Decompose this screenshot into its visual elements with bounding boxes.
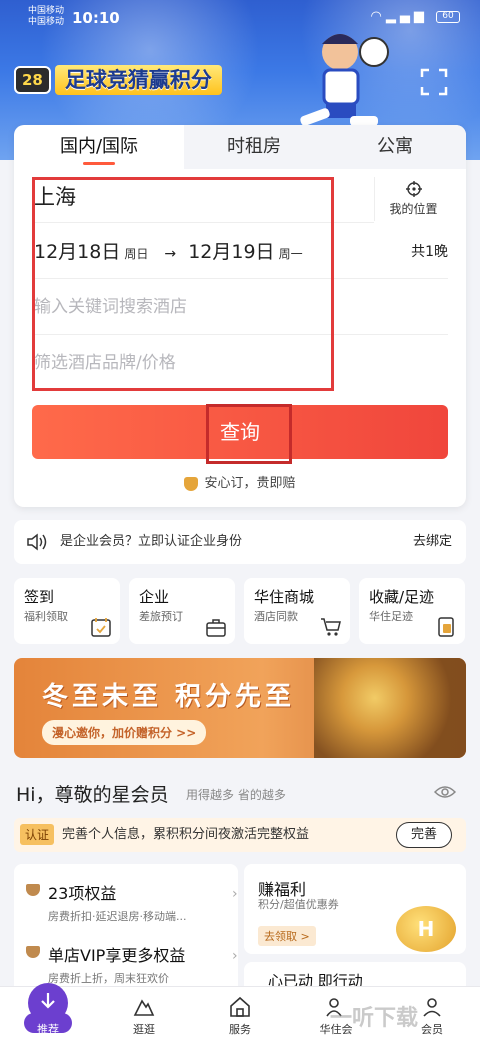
benefit-sub: 房费折扣·延迟退房·移动端... bbox=[48, 910, 187, 923]
tile-sub: 福利领取 bbox=[24, 610, 68, 623]
arrow-down-icon bbox=[41, 993, 55, 1009]
status-time: 10:10 bbox=[72, 9, 120, 27]
welfare-card[interactable]: 赚福利 积分/超值优惠券 去领取 > H bbox=[244, 864, 466, 954]
search-tabs: 国内/国际 时租房 公寓 bbox=[14, 125, 466, 169]
tile-title: 签到 bbox=[24, 588, 55, 606]
tile-sub: 差旅预订 bbox=[139, 610, 183, 623]
briefcase-icon bbox=[206, 619, 226, 637]
promo-banner[interactable]: 冬至未至 积分先至 漫心邀你，加价赠积分 >> bbox=[14, 658, 466, 758]
tile-title: 华住商城 bbox=[254, 588, 315, 606]
cart-icon bbox=[321, 618, 341, 636]
tab-apartment[interactable]: 公寓 bbox=[324, 125, 466, 169]
tab-hourly-room[interactable]: 时租房 bbox=[184, 125, 324, 169]
tab-label: 逛逛 bbox=[133, 1023, 155, 1036]
tile-title: 收藏/足迹 bbox=[369, 588, 435, 606]
tab-domestic-international[interactable]: 国内/国际 bbox=[14, 125, 184, 169]
query-highlight-box bbox=[206, 404, 292, 464]
nights-count: 共1晚 bbox=[411, 244, 448, 260]
cert-text: 完善个人信息，累积积分间夜激活完整权益 bbox=[62, 827, 310, 842]
chevron-right-icon: › bbox=[232, 886, 238, 902]
tile-enterprise[interactable]: 企业 差旅预订 bbox=[129, 578, 235, 644]
carrier-1: 中国移动 bbox=[28, 6, 65, 16]
hotel-search-card: 国内/国际 时租房 公寓 上海 我的位置 12月18日 周日 → 12月19日 周一… bbox=[14, 125, 466, 507]
coin-icon: H bbox=[396, 906, 456, 952]
highlight-box bbox=[32, 177, 334, 391]
banner-sub-button[interactable]: 漫心邀你，加价赠积分 >> bbox=[42, 720, 207, 745]
my-location-button[interactable]: 我的位置 bbox=[374, 177, 452, 221]
banner-headline: 冬至未至 积分先至 bbox=[42, 682, 296, 712]
tab-recommend[interactable]: 推荐 bbox=[0, 983, 96, 1040]
shield-icon bbox=[184, 476, 199, 491]
tab-browse[interactable]: 逛逛 bbox=[104, 987, 184, 1040]
notice-text: 是企业会员？立即认证企业身份 bbox=[60, 534, 243, 549]
benefit-title: 单店VIP享更多权益 bbox=[26, 942, 185, 966]
tile-sub: 酒店同款 bbox=[254, 610, 298, 623]
battery-icon: 60 bbox=[436, 10, 460, 23]
greeting-sub: 用得越多 省的越多 bbox=[186, 788, 286, 802]
carrier-labels: 中国移动 中国移动 bbox=[28, 6, 64, 28]
favorites-icon bbox=[438, 617, 454, 637]
promo-title: 28 足球竞猜赢积分 bbox=[14, 64, 222, 96]
tile-sub: 华住足迹 bbox=[369, 610, 413, 623]
eye-icon[interactable] bbox=[434, 784, 456, 800]
promo-title-text: 足球竞猜赢积分 bbox=[54, 65, 222, 95]
complete-button[interactable]: 完善 bbox=[396, 822, 452, 848]
tab-service[interactable]: 服务 bbox=[200, 987, 280, 1040]
benefits-card: 23项权益 房费折扣·延迟退房·移动端... › 单店VIP享更多权益 房费折上… bbox=[14, 864, 238, 994]
assurance-note: 安心订，贵即赔 bbox=[14, 472, 466, 491]
enterprise-notice[interactable]: 是企业会员？立即认证企业身份 去绑定 bbox=[14, 520, 466, 564]
tile-mall[interactable]: 华住商城 酒店同款 bbox=[244, 578, 350, 644]
house-icon bbox=[230, 996, 250, 1017]
tab-label: 服务 bbox=[229, 1023, 251, 1036]
mountain-icon bbox=[133, 999, 155, 1016]
calendar-icon bbox=[91, 618, 111, 637]
scan-icon[interactable] bbox=[420, 68, 448, 96]
banner-decor bbox=[314, 658, 466, 758]
carrier-2: 中国移动 bbox=[28, 17, 65, 27]
tile-title: 企业 bbox=[139, 588, 170, 606]
benefit-item[interactable]: 23项权益 房费折扣·延迟退房·移动端... › bbox=[26, 880, 238, 924]
carousel-dots bbox=[224, 748, 264, 758]
bind-link[interactable]: 去绑定 bbox=[413, 520, 452, 564]
benefit-title: 23项权益 bbox=[26, 880, 186, 904]
coin-letter: H bbox=[417, 917, 435, 941]
user-icon bbox=[423, 998, 441, 1017]
tab-label: 推荐 bbox=[37, 1023, 59, 1036]
watermark: 一听下载 bbox=[330, 1006, 419, 1031]
crosshair-icon bbox=[405, 181, 422, 197]
speaker-icon bbox=[27, 533, 47, 551]
my-location-label: 我的位置 bbox=[389, 202, 438, 216]
profile-complete-banner: 认证 完善个人信息，累积积分间夜激活完整权益 完善 bbox=[14, 818, 466, 852]
benefit-item[interactable]: 单店VIP享更多权益 房费折上折，周末狂欢价 › bbox=[26, 942, 238, 986]
tile-checkin[interactable]: 签到 福利领取 bbox=[14, 578, 120, 644]
anniversary-badge: 28 bbox=[14, 66, 51, 94]
greeting-title: Hi，尊敬的星会员 bbox=[16, 784, 169, 806]
tile-favorites[interactable]: 收藏/足迹 华住足迹 bbox=[359, 578, 465, 644]
welfare-sub: 积分/超值优惠券 bbox=[258, 898, 339, 911]
chevron-right-icon: › bbox=[232, 948, 238, 964]
cert-tag: 认证 bbox=[20, 824, 55, 845]
claim-button[interactable]: 去领取 > bbox=[258, 926, 316, 946]
assurance-text: 安心订，贵即赔 bbox=[204, 476, 296, 491]
football-mascot-icon bbox=[300, 34, 389, 126]
